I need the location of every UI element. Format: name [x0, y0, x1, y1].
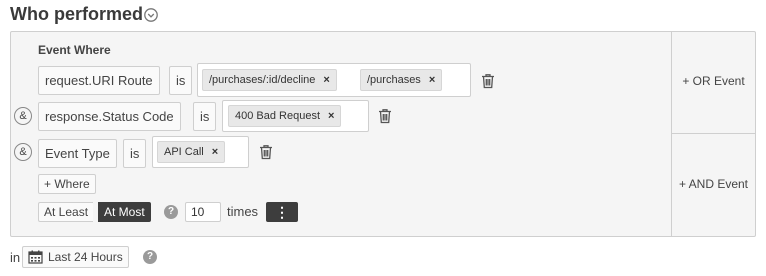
side-divider	[671, 133, 756, 134]
value-tag: /purchases ×	[360, 69, 443, 91]
remove-tag-icon[interactable]: ×	[328, 110, 334, 122]
at-most-toggle[interactable]: At Most	[98, 202, 151, 222]
filter-operator[interactable]: is	[123, 139, 147, 168]
filter-operator[interactable]: is	[169, 66, 193, 95]
remove-tag-icon[interactable]: ×	[323, 74, 329, 86]
at-least-toggle[interactable]: At Least	[38, 202, 94, 222]
kebab-menu-icon: ⋮	[275, 204, 289, 220]
timeframe-button[interactable]: Last 24 Hours	[22, 246, 129, 268]
count-input[interactable]: 10	[185, 202, 221, 222]
value-tag-label: API Call	[164, 146, 204, 158]
remove-tag-icon[interactable]: ×	[212, 146, 218, 158]
and-connector-badge: &	[14, 143, 32, 161]
event-where-label: Event Where	[38, 43, 111, 57]
timeframe-label: Last 24 Hours	[48, 250, 123, 264]
filter-field-event-type[interactable]: Event Type	[38, 139, 117, 168]
value-tag-label: 400 Bad Request	[235, 110, 321, 122]
value-tag-label: /purchases	[367, 74, 421, 86]
trash-icon[interactable]	[378, 108, 392, 124]
calendar-icon	[28, 250, 43, 264]
value-tag: /purchases/:id/decline ×	[202, 69, 337, 91]
section-title: Who performed	[10, 4, 143, 24]
filter-field-status-code[interactable]: response.Status Code	[38, 102, 181, 131]
filter-operator[interactable]: is	[193, 102, 217, 131]
timeframe-prefix: in	[10, 250, 21, 265]
add-and-event-button[interactable]: + AND Event	[671, 177, 756, 191]
add-where-button[interactable]: + Where	[38, 174, 96, 194]
help-icon[interactable]: ?	[143, 250, 157, 264]
more-options-button[interactable]: ⋮	[266, 202, 298, 222]
help-icon[interactable]: ?	[164, 205, 178, 219]
trash-icon[interactable]	[259, 144, 273, 160]
value-tag: API Call ×	[157, 141, 226, 163]
chevron-down-circle-icon[interactable]	[143, 7, 159, 23]
value-tag-label: /purchases/:id/decline	[209, 74, 316, 86]
event-combine-column	[671, 31, 756, 237]
remove-tag-icon[interactable]: ×	[429, 74, 435, 86]
filter-field-uri-route[interactable]: request.URI Route	[38, 66, 160, 95]
value-tag: 400 Bad Request ×	[228, 105, 342, 127]
trash-icon[interactable]	[481, 73, 495, 89]
add-or-event-button[interactable]: + OR Event	[671, 74, 756, 88]
times-label: times	[227, 204, 259, 219]
and-connector-badge: &	[14, 107, 32, 125]
